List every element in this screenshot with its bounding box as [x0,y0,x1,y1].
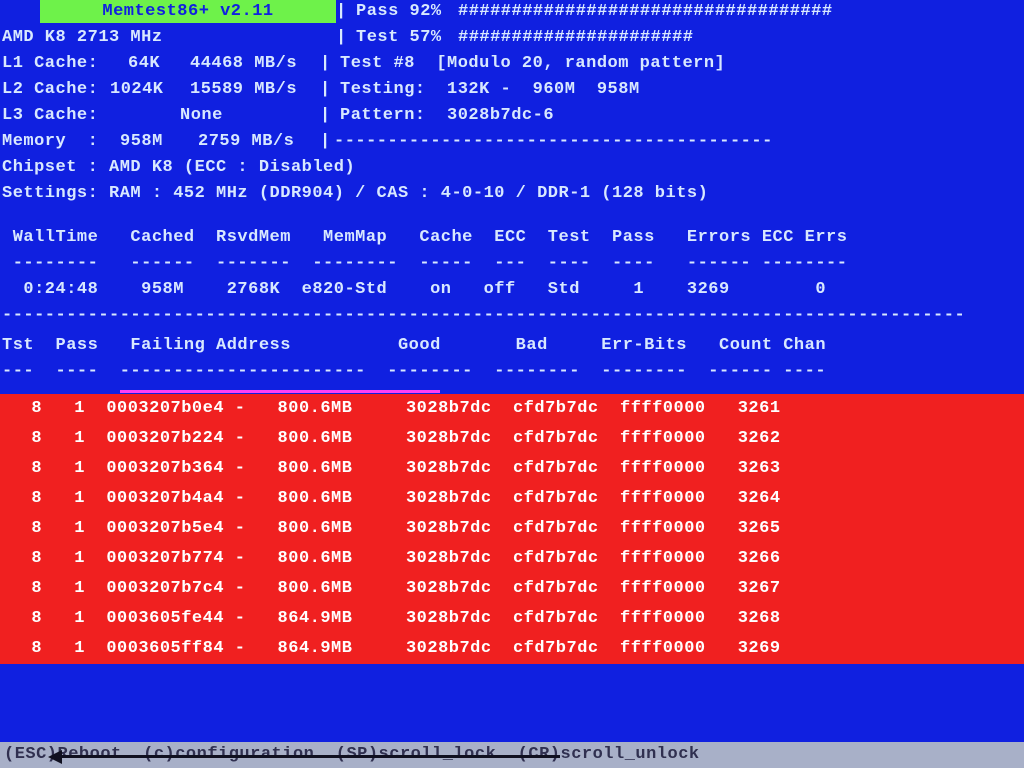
l2-size: 1024K [110,80,164,99]
error-dashes: --- ---- ----------------------- -------… [2,362,826,381]
pipe-icon: | [336,28,347,47]
l2-bw: 15589 MB/s [190,80,297,99]
chipset-info: Chipset : AMD K8 (ECC : Disabled) [2,158,355,177]
l1-size: 64K [128,54,160,73]
error-row: 8 1 0003207b4a4 - 800.6MB 3028b7dc cfd7b… [0,484,1024,514]
app-title: Memtest86+ v2.11 [40,0,336,23]
test-pct: Test 57% [356,28,442,47]
l1-label: L1 Cache: [2,54,98,73]
dash-sep: ----------------------------------------… [334,132,773,151]
l3-label: L3 Cache: [2,106,98,125]
error-row: 8 1 0003207b224 - 800.6MB 3028b7dc cfd7b… [0,424,1024,454]
error-row: 8 1 0003207b5e4 - 800.6MB 3028b7dc cfd7b… [0,514,1024,544]
long-dash-top: ----------------------------------------… [2,306,965,325]
error-row: 8 1 0003207b0e4 - 800.6MB 3028b7dc cfd7b… [0,394,1024,424]
error-row: 8 1 0003207b774 - 800.6MB 3028b7dc cfd7b… [0,544,1024,574]
arrow-left-icon [60,755,560,758]
pipe-icon: | [320,54,331,73]
mem-size: 958M [120,132,163,151]
mem-label: Memory : [2,132,98,151]
stats-dashes: -------- ------ ------- -------- ----- -… [2,254,847,273]
test-bar: ###################### [458,28,693,47]
pattern: Pattern: 3028b7dc-6 [340,106,554,125]
error-row: 8 1 0003207b364 - 800.6MB 3028b7dc cfd7b… [0,454,1024,484]
stats-values: 0:24:48 958M 2768K e820-Std on off Std 1… [2,280,826,299]
testing-range: Testing: 132K - 960M 958M [340,80,640,99]
test-desc: Test #8 [Modulo 20, random pattern] [340,54,725,73]
pass-bar: ################################### [458,2,833,21]
error-row: 8 1 0003605fe44 - 864.9MB 3028b7dc cfd7b… [0,604,1024,634]
error-row: 8 1 0003605ff84 - 864.9MB 3028b7dc cfd7b… [0,634,1024,664]
settings-info: Settings: RAM : 452 MHz (DDR904) / CAS :… [2,184,708,203]
pipe-icon: | [320,80,331,99]
l1-bw: 44468 MB/s [190,54,297,73]
stats-header: WallTime Cached RsvdMem MemMap Cache ECC… [2,228,847,247]
pass-pct: Pass 92% [356,2,442,21]
pipe-icon: | [320,132,331,151]
memtest-screen: Memtest86+ v2.11 AMD K8 2713 MHz L1 Cach… [0,0,1024,768]
highlight-line [120,390,440,393]
error-table: 8 1 0003207b0e4 - 800.6MB 3028b7dc cfd7b… [0,394,1024,664]
pipe-icon: | [320,106,331,125]
pipe-icon: | [336,2,347,21]
mem-bw: 2759 MB/s [198,132,294,151]
l2-label: L2 Cache: [2,80,98,99]
l3-size: None [180,106,223,125]
error-header: Tst Pass Failing Address Good Bad Err-Bi… [2,336,826,355]
cpu-info: AMD K8 2713 MHz [2,28,163,47]
error-row: 8 1 0003207b7c4 - 800.6MB 3028b7dc cfd7b… [0,574,1024,604]
